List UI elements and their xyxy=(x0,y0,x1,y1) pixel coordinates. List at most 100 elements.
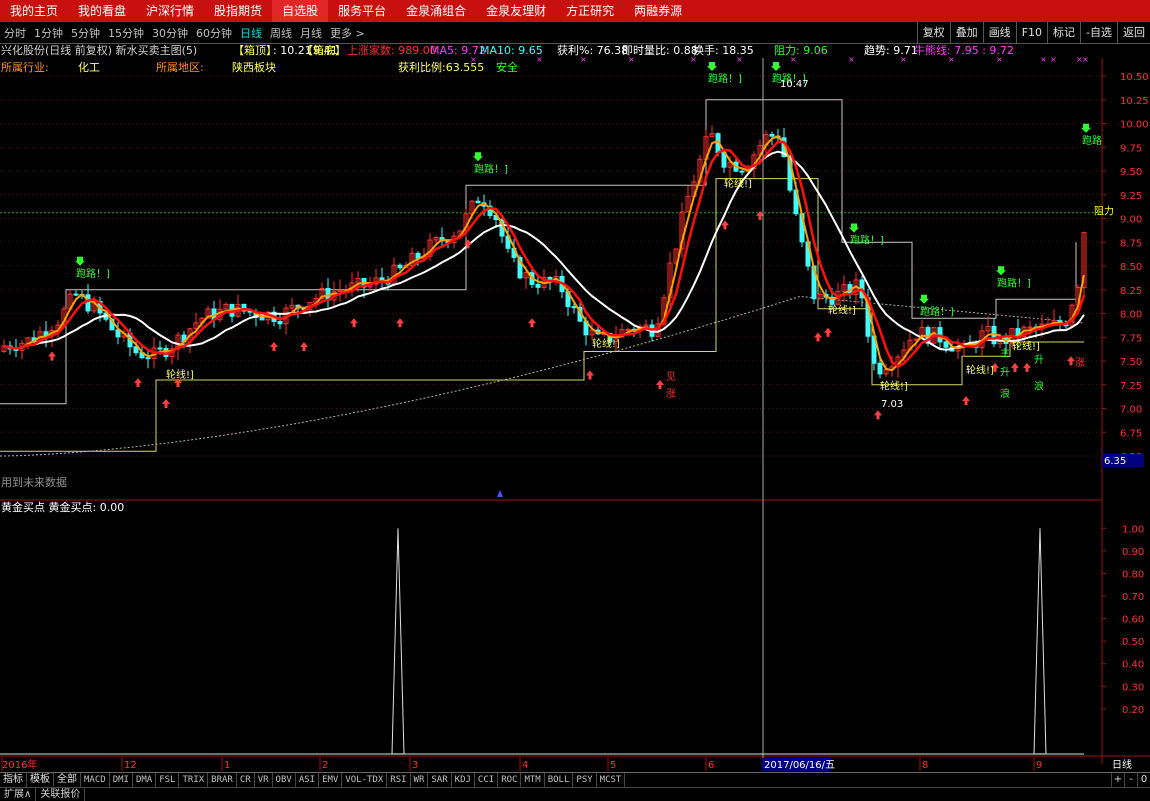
toolbar-button-5[interactable]: -自选 xyxy=(1080,22,1117,43)
indicator-tab-dma[interactable]: DMA xyxy=(133,773,157,787)
rotation-signal: 轮线!] xyxy=(166,368,194,381)
price-tick: 8.75 xyxy=(1120,238,1142,249)
candlesticks xyxy=(1,125,1087,379)
toolbar-button-1[interactable]: 叠加 xyxy=(949,22,983,43)
kline-chart-area[interactable]: 兴化股份(日线 前复权) 新水买卖主图(5) 【箱顶】 : 10.21 【箱底】… xyxy=(0,44,1150,772)
ma10-value: MA10: 9.65 xyxy=(480,44,543,57)
toolbar-button-0[interactable]: 复权 xyxy=(916,22,950,43)
cross-mark: × xyxy=(1050,55,1057,64)
toolbar-button-6[interactable]: 返回 xyxy=(1117,22,1150,43)
nav-item-4[interactable]: 自选股 xyxy=(272,0,329,22)
escape-signal: 跑路！] xyxy=(997,276,1031,289)
indicator-tab-全部[interactable]: 全部 xyxy=(54,773,81,787)
toolbar-button-4[interactable]: 标记 xyxy=(1047,22,1080,43)
nav-item-8[interactable]: 方正研究 xyxy=(556,0,624,22)
escape-signal: 跑路！] xyxy=(76,267,110,280)
rotation-signal: 轮线!] xyxy=(1012,340,1040,353)
profit-pct: 获利%: 76.38 xyxy=(557,44,628,57)
indicator-title: 黄金买点 黄金买点: 0.00 xyxy=(1,500,124,514)
nav-item-6[interactable]: 金泉涌组合 xyxy=(396,0,476,22)
indicator-tick: 0.70 xyxy=(1122,592,1144,603)
buy-arrow-icon xyxy=(528,318,536,328)
toolbar-button-2[interactable]: 画线 xyxy=(982,22,1016,43)
candle-body xyxy=(571,306,577,309)
period-label: 日线 xyxy=(1112,758,1132,771)
ext-tab-0[interactable]: 扩展∧ xyxy=(0,788,37,801)
indicator-tab-dmi[interactable]: DMI xyxy=(110,773,133,787)
candle-body xyxy=(877,362,883,375)
cross-mark: × xyxy=(1040,55,1047,64)
cursor-date: 2017/06/16/五 xyxy=(764,760,835,771)
period-tab-4[interactable]: 30分钟 xyxy=(148,25,192,41)
buy-arrow-icon xyxy=(134,378,142,388)
period-tab-9[interactable]: 更多 > xyxy=(326,25,369,41)
price-tick: 7.00 xyxy=(1120,405,1142,416)
nav-item-5[interactable]: 服务平台 xyxy=(328,0,396,22)
period-tab-2[interactable]: 5分钟 xyxy=(67,25,104,41)
period-tab-8[interactable]: 月线 xyxy=(296,25,326,41)
buy-arrow-icon xyxy=(656,380,664,389)
chart-annotation: 浪 xyxy=(1000,387,1010,400)
nav-item-0[interactable]: 我的主页 xyxy=(0,0,68,22)
indicator-tab-vr[interactable]: VR xyxy=(255,773,273,787)
industry-value: 化工 xyxy=(78,60,100,74)
buy-arrow-icon xyxy=(1067,356,1075,366)
future-data-note: 用到未来数据 xyxy=(1,475,67,489)
indicator-tab-wr[interactable]: WR xyxy=(411,773,429,787)
indicator-tab-模板[interactable]: 模板 xyxy=(27,773,54,787)
current-price-label: 6.35 xyxy=(1104,456,1126,467)
escape-signal: 跑路！] xyxy=(920,305,954,318)
indicator-tab-trix[interactable]: TRIX xyxy=(179,773,209,787)
period-tab-7[interactable]: 周线 xyxy=(266,25,296,41)
indicator-tab-cr[interactable]: CR xyxy=(237,773,255,787)
indicator-tab-mtm[interactable]: MTM xyxy=(521,773,545,787)
indicator-tab-boll[interactable]: BOLL xyxy=(545,773,574,787)
indicator-tab-kdj[interactable]: KDJ xyxy=(452,773,475,787)
indicator-tab-macd[interactable]: MACD xyxy=(81,773,110,787)
nav-item-1[interactable]: 我的看盘 xyxy=(68,0,136,22)
buy-arrow-icon xyxy=(300,342,308,351)
indicator-tab-vol-tdx[interactable]: VOL-TDX xyxy=(342,773,388,787)
indicator-tab-obv[interactable]: OBV xyxy=(273,773,296,787)
zoom-button-2[interactable]: 0 xyxy=(1137,773,1150,787)
indicator-tab-psy[interactable]: PSY xyxy=(573,773,597,787)
long-ma-curve xyxy=(0,295,1085,457)
indicator-tab-mcst[interactable]: MCST xyxy=(597,773,626,787)
price-tick: 10.25 xyxy=(1120,96,1149,107)
zoom-button-0[interactable]: + xyxy=(1111,773,1124,787)
price-tick: 9.50 xyxy=(1120,167,1142,178)
ext-tab-1[interactable]: 关联报价 xyxy=(36,788,86,801)
buy-arrow-icon xyxy=(48,351,56,361)
nav-item-7[interactable]: 金泉友理财 xyxy=(476,0,556,22)
indicator-tab-cci[interactable]: CCI xyxy=(475,773,499,787)
indicator-tab-asi[interactable]: ASI xyxy=(296,773,320,787)
zoom-controls: + -0 xyxy=(1111,773,1150,787)
nav-item-9[interactable]: 两融券源 xyxy=(624,0,692,22)
candle-body xyxy=(157,347,163,350)
indicator-tab-rsi[interactable]: RSI xyxy=(387,773,411,787)
nav-item-2[interactable]: 沪深行情 xyxy=(136,0,204,22)
price-tick: 9.75 xyxy=(1120,143,1142,154)
indicator-tab-emv[interactable]: EMV xyxy=(319,773,343,787)
indicator-tick: 0.80 xyxy=(1122,569,1144,580)
sell-arrow-icon xyxy=(707,62,717,71)
date-tick: 5 xyxy=(610,760,616,771)
indicator-tab-sar[interactable]: SAR xyxy=(428,773,452,787)
nav-item-3[interactable]: 股指期货 xyxy=(204,0,272,22)
indicator-tab-fsl[interactable]: FSL xyxy=(156,773,180,787)
period-tab-0[interactable]: 分时 xyxy=(0,25,30,41)
indicator-tick: 0.30 xyxy=(1122,682,1144,693)
period-tab-1[interactable]: 1分钟 xyxy=(30,25,67,41)
indicator-tab-roc[interactable]: ROC xyxy=(498,773,522,787)
cross-mark: × xyxy=(470,55,477,64)
indicator-tab-指标[interactable]: 指标 xyxy=(0,773,27,787)
indicator-tab-brar[interactable]: BRAR xyxy=(208,773,237,787)
period-tab-3[interactable]: 15分钟 xyxy=(104,25,148,41)
period-tab-5[interactable]: 60分钟 xyxy=(192,25,236,41)
zoom-button-1[interactable]: - xyxy=(1124,773,1137,787)
indicator-tick: 1.00 xyxy=(1122,524,1144,535)
period-tab-6[interactable]: 日线 xyxy=(236,25,266,41)
chart-annotation: 阻力 xyxy=(1094,205,1114,218)
toolbar-button-3[interactable]: F10 xyxy=(1015,22,1047,43)
price-tick: 8.50 xyxy=(1120,262,1142,273)
